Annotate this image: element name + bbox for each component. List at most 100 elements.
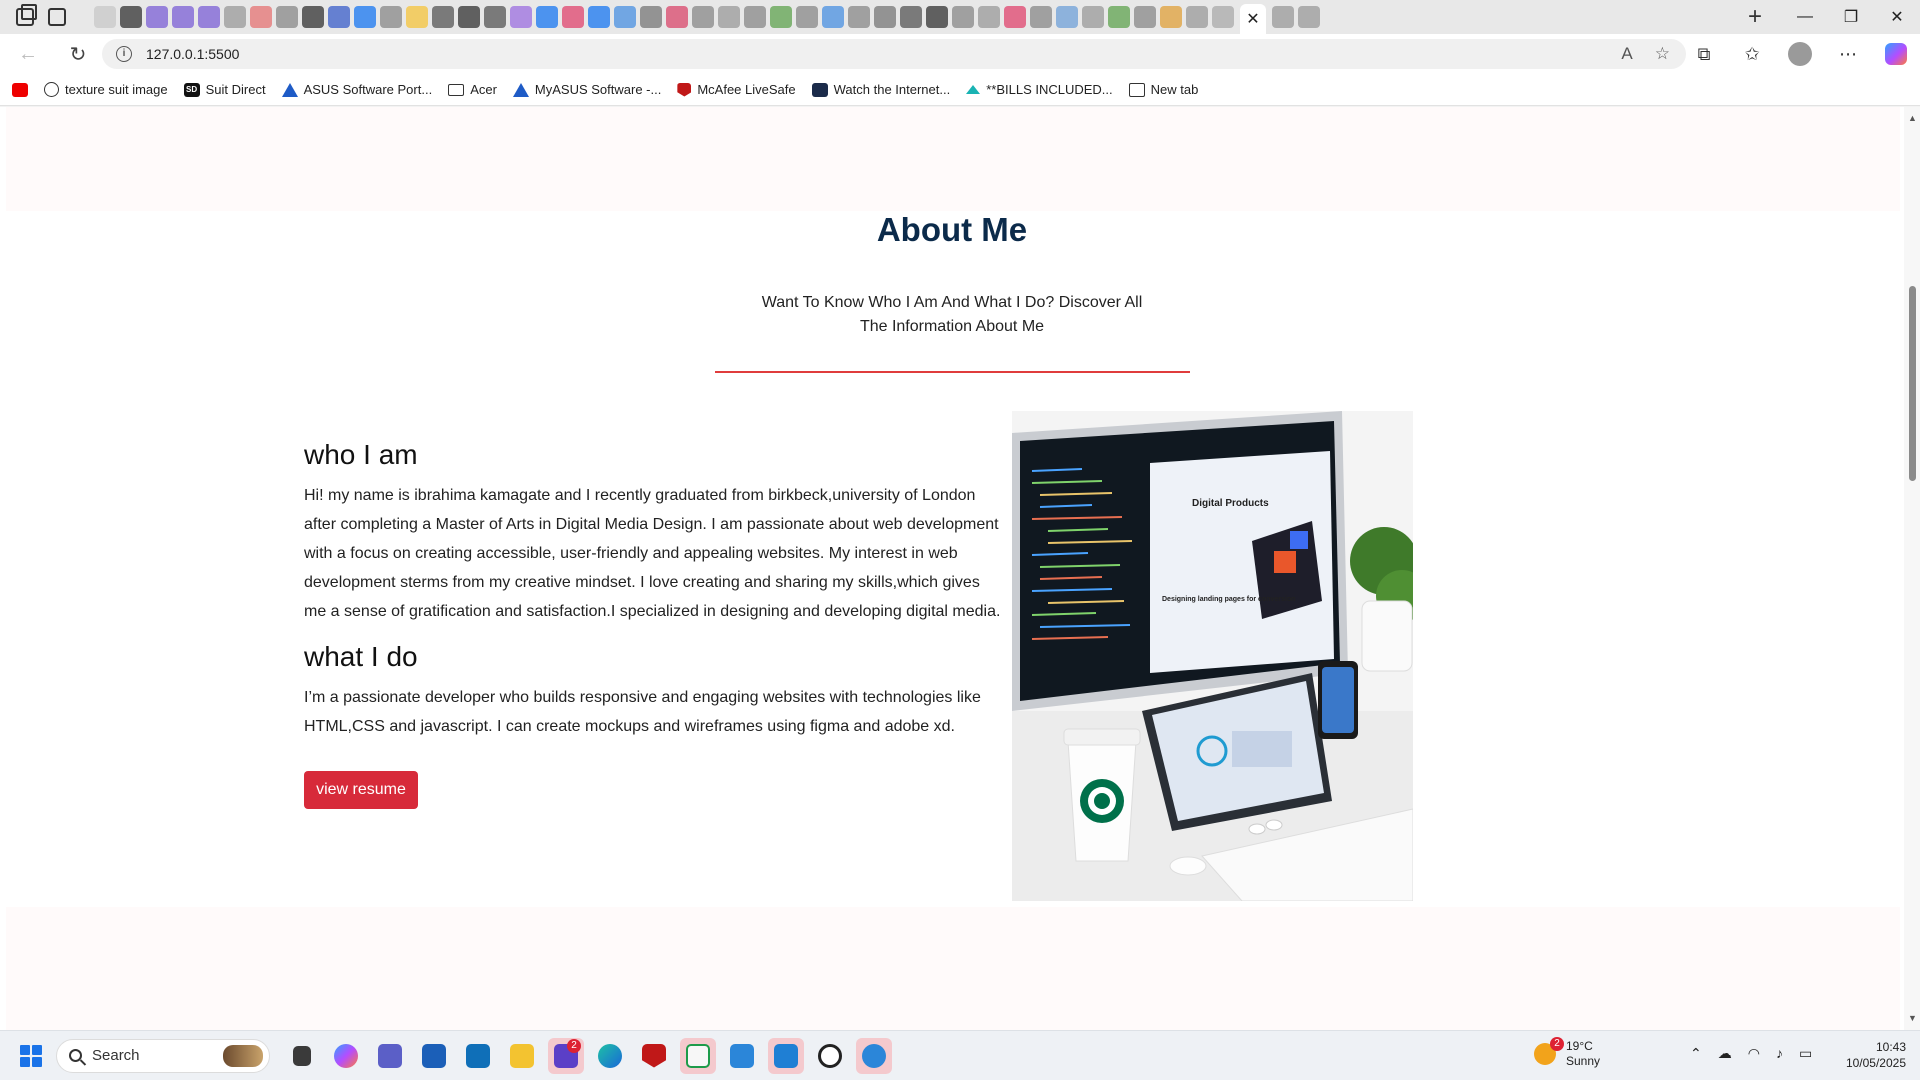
taskbar-app-mcafee[interactable] [636, 1038, 672, 1074]
scroll-down-icon[interactable]: ▼ [1908, 1013, 1917, 1023]
tab-favicon-icon[interactable] [822, 6, 844, 28]
restore-button[interactable]: ❐ [1828, 0, 1874, 34]
info-icon[interactable]: i [116, 46, 132, 62]
tab-favicon-icon[interactable] [1030, 6, 1052, 28]
back-arrow-icon[interactable]: ← [8, 34, 48, 74]
start-icon[interactable] [20, 1044, 42, 1067]
more-icon[interactable]: ⋯ [1824, 34, 1872, 74]
volume-icon[interactable]: ♪ [1776, 1045, 1783, 1062]
tab-favicon-icon[interactable] [1108, 6, 1130, 28]
tab-favicon-icon[interactable] [588, 6, 610, 28]
tab-actions-icon[interactable] [48, 8, 66, 26]
tab-favicon-icon[interactable] [874, 6, 896, 28]
taskbar-app-edge[interactable] [592, 1038, 628, 1074]
bookmark-item[interactable]: SD Suit Direct [183, 82, 266, 97]
tab-favicon-icon[interactable] [120, 6, 142, 28]
tab-favicon-icon[interactable] [952, 6, 974, 28]
tab-favicon-icon[interactable] [354, 6, 376, 28]
favorite-star-icon[interactable]: ☆ [1655, 44, 1670, 64]
tab-favicon-icon[interactable] [406, 6, 428, 28]
url-text[interactable]: 127.0.0.1:5500 [146, 46, 239, 62]
tab-favicon-icon[interactable] [848, 6, 870, 28]
tab-favicon-icon[interactable] [536, 6, 558, 28]
tab-favicon-icon[interactable] [1160, 6, 1182, 28]
chevron-up-icon[interactable]: ⌃ [1690, 1045, 1702, 1062]
tab-favicon-icon[interactable] [224, 6, 246, 28]
bookmark-item[interactable]: Acer [448, 82, 497, 97]
tab-favicon-icon[interactable] [926, 6, 948, 28]
taskbar-app-explorer[interactable] [504, 1038, 540, 1074]
copilot-icon[interactable] [1872, 34, 1920, 74]
tab-favicon-icon[interactable] [1004, 6, 1026, 28]
bookmark-item[interactable]: texture suit image [44, 82, 168, 97]
tab-favicon-icon[interactable] [484, 6, 506, 28]
bookmark-item[interactable]: **BILLS INCLUDED... [966, 82, 1113, 97]
tab-favicon-icon[interactable] [172, 6, 194, 28]
bookmark-item[interactable] [12, 82, 28, 97]
bookmark-item[interactable]: ASUS Software Port... [281, 82, 432, 97]
favorites-icon[interactable]: ✩ [1728, 34, 1776, 74]
new-tab-button[interactable]: + [1728, 0, 1782, 34]
tab-favicon-icon[interactable] [770, 6, 792, 28]
view-resume-button[interactable]: view resume [304, 771, 418, 809]
taskbar-app-vscode[interactable] [768, 1037, 804, 1074]
scroll-thumb[interactable] [1909, 286, 1916, 481]
tab-favicon-icon[interactable] [1134, 6, 1156, 28]
address-bar[interactable]: i 127.0.0.1:5500 A ☆ [102, 39, 1686, 69]
scroll-up-icon[interactable]: ▲ [1908, 113, 1917, 123]
bookmark-item[interactable]: MyASUS Software -... [512, 82, 661, 97]
taskbar-app-photos[interactable] [724, 1038, 760, 1074]
taskbar-app-xd[interactable]: 2 [548, 1037, 584, 1074]
tab-favicon-icon[interactable] [1272, 6, 1294, 28]
weather-widget[interactable]: 2 19°C Sunny [1534, 1037, 1600, 1069]
bookmark-item[interactable]: McAfee LiveSafe [677, 82, 796, 97]
bookmark-item[interactable]: New tab [1128, 82, 1198, 97]
wifi-icon[interactable]: ◠ [1748, 1045, 1760, 1062]
minimize-button[interactable]: — [1782, 0, 1828, 34]
tab-favicon-icon[interactable] [328, 6, 350, 28]
tab-favicon-icon[interactable] [744, 6, 766, 28]
tab-favicon-icon[interactable] [640, 6, 662, 28]
tab-favicon-icon[interactable] [1298, 6, 1320, 28]
refresh-icon[interactable]: ↻ [58, 34, 98, 74]
taskbar-app-chatgpt[interactable] [812, 1038, 848, 1074]
tab-favicon-icon[interactable] [458, 6, 480, 28]
taskbar-search[interactable]: Search [56, 1038, 270, 1073]
page-scrollbar[interactable]: ▲ ▼ [1904, 107, 1920, 1030]
tab-favicon-icon[interactable] [380, 6, 402, 28]
tab-favicon-icon[interactable] [1082, 6, 1104, 28]
close-window-button[interactable]: ✕ [1874, 0, 1920, 34]
tab-favicon-icon[interactable] [276, 6, 298, 28]
tab-favicon-icon[interactable] [198, 6, 220, 28]
battery-icon[interactable]: ▭ [1799, 1045, 1812, 1062]
tab-favicon-icon[interactable] [718, 6, 740, 28]
bookmark-item[interactable]: Watch the Internet... [811, 82, 950, 97]
tab-favicon-icon[interactable] [302, 6, 324, 28]
taskbar-app-copilot[interactable] [328, 1038, 364, 1074]
tab-favicon-icon[interactable] [692, 6, 714, 28]
tab-favicon-icon[interactable] [900, 6, 922, 28]
workspaces-icon[interactable] [16, 4, 37, 26]
taskbar-app-clock[interactable] [856, 1037, 892, 1074]
tab-favicon-icon[interactable] [666, 6, 688, 28]
taskbar-app-store[interactable] [416, 1038, 452, 1074]
tab-favicon-icon[interactable] [510, 6, 532, 28]
extensions-icon[interactable]: ⧉ [1680, 34, 1728, 74]
tab-favicon-icon[interactable] [1056, 6, 1078, 28]
tab-favicon-icon[interactable] [432, 6, 454, 28]
tab-favicon-icon[interactable] [796, 6, 818, 28]
read-aloud-icon[interactable]: A [1621, 44, 1632, 64]
cloud-icon[interactable]: ☁ [1718, 1045, 1732, 1062]
tab-favicon-icon[interactable] [94, 6, 116, 28]
tab-favicon-icon[interactable] [146, 6, 168, 28]
tab-favicon-icon[interactable] [562, 6, 584, 28]
tab-favicon-icon[interactable] [978, 6, 1000, 28]
tab-favicon-icon[interactable] [614, 6, 636, 28]
tab-favicon-icon[interactable] [1186, 6, 1208, 28]
tab-favicon-icon[interactable] [1212, 6, 1234, 28]
taskbar-app-teams[interactable] [372, 1038, 408, 1074]
taskbar-app-files[interactable] [284, 1038, 320, 1074]
tab-favicon-icon[interactable] [250, 6, 272, 28]
taskbar-app-sheets[interactable] [680, 1037, 716, 1074]
taskbar-app-hub[interactable] [460, 1038, 496, 1074]
